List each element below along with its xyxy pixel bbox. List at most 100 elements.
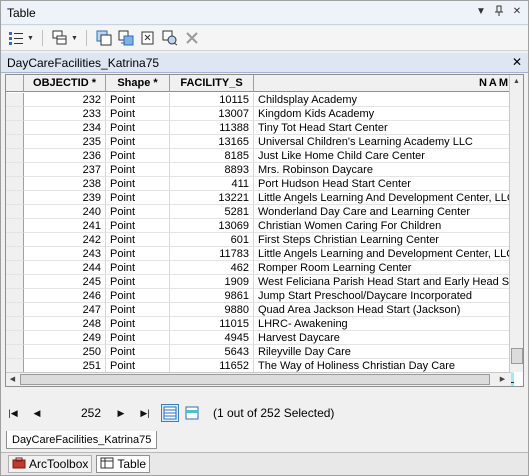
cell-name[interactable]: Little Angels Learning And Development C… [254,191,514,205]
cell-name[interactable]: West Feliciana Parish Head Start and Ear… [254,275,514,289]
cell-shape[interactable]: Point [106,303,170,317]
table-row[interactable]: 249 Point 4945 Harvest Daycare [6,331,523,345]
chevron-down-icon[interactable]: ▼ [27,35,34,42]
cell-facility[interactable]: 5643 [170,345,254,359]
cell-facility[interactable]: 601 [170,233,254,247]
column-header-name[interactable]: NAM [254,75,514,92]
row-selector[interactable] [6,121,24,135]
row-selector[interactable] [6,177,24,191]
switch-selection-icon[interactable] [117,29,135,47]
clear-selection-icon[interactable] [139,29,157,47]
cell-shape[interactable]: Point [106,247,170,261]
cell-objectid[interactable]: 240 [24,205,106,219]
cell-facility[interactable]: 462 [170,261,254,275]
cell-shape[interactable]: Point [106,261,170,275]
table-options-icon[interactable] [7,29,25,47]
row-selector[interactable] [6,191,24,205]
current-record-input[interactable]: 252 [53,406,101,420]
vertical-scrollbar[interactable]: ▲ [509,75,523,372]
row-selector[interactable] [6,107,24,121]
scroll-thumb[interactable] [20,374,490,385]
row-selector[interactable] [6,163,24,177]
cell-facility[interactable]: 4945 [170,331,254,345]
cell-objectid[interactable]: 244 [24,261,106,275]
cell-shape[interactable]: Point [106,135,170,149]
cell-objectid[interactable]: 237 [24,163,106,177]
row-selector[interactable] [6,317,24,331]
cell-name[interactable]: Just Like Home Child Care Center [254,149,514,163]
cell-name[interactable]: Mrs. Robinson Daycare [254,163,514,177]
dock-tab-table[interactable]: Table [96,455,151,473]
table-tab[interactable]: DayCareFacilities_Katrina75 ✕ [1,53,528,73]
cell-objectid[interactable]: 247 [24,303,106,317]
cell-name[interactable]: Tiny Tot Head Start Center [254,121,514,135]
cell-name[interactable]: Port Hudson Head Start Center [254,177,514,191]
cell-facility[interactable]: 11783 [170,247,254,261]
table-row[interactable]: 234 Point 11388 Tiny Tot Head Start Center [6,121,523,135]
table-row[interactable]: 232 Point 10115 Childsplay Academy [6,93,523,107]
horizontal-scrollbar[interactable]: ◀ ▶ [6,372,511,386]
cell-name[interactable]: Childsplay Academy [254,93,514,107]
table-row[interactable]: 251 Point 11652 The Way of Holiness Christi… [6,359,523,373]
cell-objectid[interactable]: 232 [24,93,106,107]
row-selector[interactable] [6,247,24,261]
cell-shape[interactable]: Point [106,317,170,331]
scroll-left-icon[interactable]: ◀ [6,373,19,386]
cell-objectid[interactable]: 242 [24,233,106,247]
scroll-thumb[interactable] [511,348,523,364]
row-selector[interactable] [6,219,24,233]
table-row[interactable]: 238 Point 411 Port Hudson Head Start Center [6,177,523,191]
table-row[interactable]: 245 Point 1909 West Feliciana Parish Head S… [6,275,523,289]
last-record-icon[interactable]: ▶| [137,405,153,421]
cell-facility[interactable]: 9861 [170,289,254,303]
close-icon[interactable]: ✕ [512,55,522,69]
row-selector[interactable] [6,303,24,317]
cell-shape[interactable]: Point [106,205,170,219]
cell-shape[interactable]: Point [106,121,170,135]
first-record-icon[interactable]: |◀ [5,405,21,421]
cell-name[interactable]: Jump Start Preschool/Daycare Incorporate… [254,289,514,303]
cell-shape[interactable]: Point [106,191,170,205]
cell-shape[interactable]: Point [106,359,170,373]
cell-facility[interactable]: 8185 [170,149,254,163]
cell-objectid[interactable]: 250 [24,345,106,359]
row-selector[interactable] [6,275,24,289]
cell-objectid[interactable]: 249 [24,331,106,345]
cell-name[interactable]: Harvest Daycare [254,331,514,345]
dropdown-arrow-icon[interactable]: ▼ [474,5,488,19]
table-tab-daycarefacilities[interactable]: DayCareFacilities_Katrina75 [6,431,158,449]
cell-shape[interactable]: Point [106,93,170,107]
row-selector[interactable] [6,331,24,345]
show-selected-records-button[interactable] [183,404,201,422]
cell-facility[interactable]: 13007 [170,107,254,121]
cell-shape[interactable]: Point [106,163,170,177]
cell-objectid[interactable]: 236 [24,149,106,163]
cell-shape[interactable]: Point [106,107,170,121]
cell-facility[interactable]: 11652 [170,359,254,373]
chevron-down-icon[interactable]: ▼ [71,35,78,42]
cell-name[interactable]: Rileyville Day Care [254,345,514,359]
row-selector-header[interactable] [6,75,24,92]
cell-objectid[interactable]: 239 [24,191,106,205]
column-header-shape[interactable]: Shape * [106,75,170,92]
cell-objectid[interactable]: 245 [24,275,106,289]
table-row[interactable]: 241 Point 13069 Christian Women Caring For … [6,219,523,233]
cell-facility[interactable]: 1909 [170,275,254,289]
cell-facility[interactable]: 11388 [170,121,254,135]
cell-shape[interactable]: Point [106,177,170,191]
row-selector[interactable] [6,359,24,373]
table-row[interactable]: 244 Point 462 Romper Room Learning Center [6,261,523,275]
scroll-right-icon[interactable]: ▶ [496,373,509,386]
cell-objectid[interactable]: 246 [24,289,106,303]
cell-facility[interactable]: 13221 [170,191,254,205]
cell-facility[interactable]: 11015 [170,317,254,331]
cell-shape[interactable]: Point [106,149,170,163]
show-all-records-button[interactable] [161,404,179,422]
row-selector[interactable] [6,345,24,359]
table-row[interactable]: 239 Point 13221 Little Angels Learning And … [6,191,523,205]
row-selector[interactable] [6,289,24,303]
scroll-up-icon[interactable]: ▲ [510,75,523,88]
row-selector[interactable] [6,149,24,163]
cell-shape[interactable]: Point [106,233,170,247]
table-row[interactable]: 242 Point 601 First Steps Christian Learnin… [6,233,523,247]
